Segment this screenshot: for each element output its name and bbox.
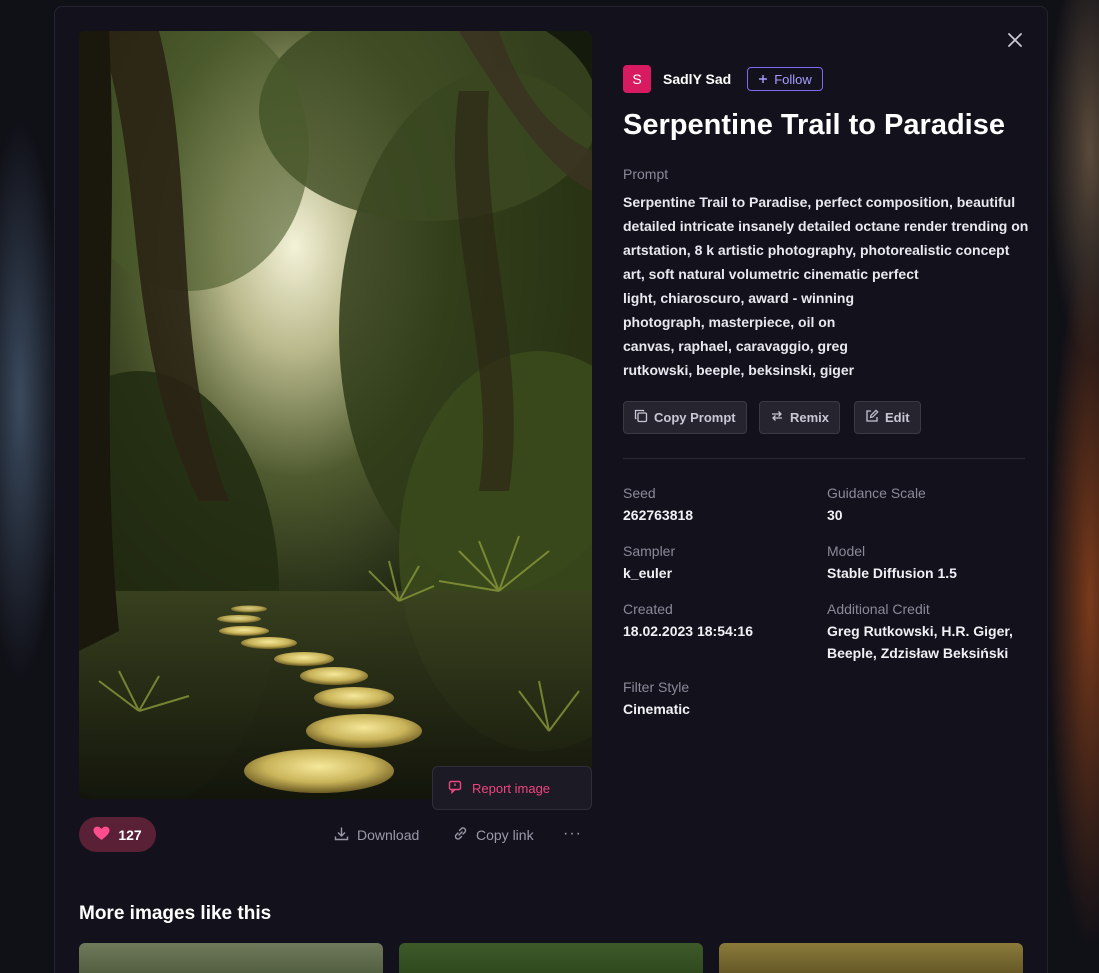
- model-label: Model: [827, 543, 866, 559]
- additional-credit-value-line2: Beeple, Zdzisław Beksiński: [827, 645, 1009, 661]
- copy-prompt-button[interactable]: Copy Prompt: [623, 401, 747, 434]
- divider: [623, 458, 1025, 459]
- avatar[interactable]: S: [623, 65, 651, 93]
- report-image-menu-item[interactable]: Report image: [432, 766, 592, 810]
- copy-link-button[interactable]: Copy link: [453, 824, 534, 846]
- related-image-thumbnail[interactable]: [399, 943, 703, 973]
- remix-icon: [770, 409, 784, 426]
- prompt-line: artstation, 8 k artistic photography, ph…: [623, 242, 1010, 258]
- filter-style-value: Cinematic: [623, 701, 690, 717]
- filter-style-label: Filter Style: [623, 679, 690, 695]
- prompt-line: photograph, masterpiece, oil on: [623, 314, 836, 330]
- remix-label: Remix: [790, 410, 830, 425]
- seed-label: Seed: [623, 485, 656, 501]
- like-button[interactable]: 127: [79, 817, 156, 852]
- prompt-label: Prompt: [623, 166, 669, 182]
- heart-icon: [93, 826, 110, 844]
- sampler-label: Sampler: [623, 543, 676, 559]
- edit-icon: [865, 409, 879, 426]
- prompt-text: Serpentine Trail to Paradise, perfect co…: [623, 190, 1029, 382]
- prompt-line: canvas, raphael, caravaggio, greg: [623, 338, 848, 354]
- prompt-line: Serpentine Trail to Paradise, perfect co…: [623, 194, 1016, 210]
- model-value: Stable Diffusion 1.5: [827, 565, 957, 581]
- sampler-value: k_euler: [623, 565, 673, 581]
- remix-button[interactable]: Remix: [759, 401, 841, 434]
- download-label: Download: [357, 827, 420, 843]
- link-icon: [453, 826, 468, 844]
- additional-credit-value-line1: Greg Rutkowski, H.R. Giger,: [827, 623, 1013, 639]
- prompt-line: detailed intricate insanely detailed oct…: [623, 218, 1029, 234]
- follow-button[interactable]: Follow: [747, 67, 823, 91]
- additional-credit-label: Additional Credit: [827, 601, 930, 617]
- copy-prompt-label: Copy Prompt: [654, 410, 736, 425]
- guidance-scale-label: Guidance Scale: [827, 485, 926, 501]
- download-button[interactable]: Download: [334, 824, 419, 846]
- seed-value: 262763818: [623, 507, 694, 523]
- created-label: Created: [623, 601, 673, 617]
- download-icon: [334, 826, 349, 844]
- copy-icon: [634, 409, 648, 426]
- related-image-thumbnail[interactable]: [719, 943, 1023, 973]
- created-value: 18.02.2023 18:54:16: [623, 623, 753, 639]
- main-image: [79, 31, 592, 799]
- more-images-title: More images like this: [79, 903, 272, 924]
- report-image-label: Report image: [472, 780, 551, 796]
- like-count: 127: [118, 826, 142, 843]
- prompt-line: light, chiaroscuro, award - winning: [623, 290, 855, 306]
- related-image-thumbnail[interactable]: [79, 943, 383, 973]
- follow-label: Follow: [774, 71, 812, 87]
- more-options-button[interactable]: ···: [563, 825, 582, 843]
- author-name[interactable]: SadlY Sad: [663, 71, 731, 87]
- plus-icon: [758, 72, 768, 87]
- guidance-scale-value: 30: [827, 507, 843, 523]
- prompt-line: art, soft natural volumetric cinematic p…: [623, 266, 919, 282]
- prompt-line: rutkowski, beeple, beksinski, giger: [623, 362, 855, 378]
- report-flag-icon: [448, 780, 462, 797]
- close-icon[interactable]: [1004, 29, 1026, 51]
- page-title: Serpentine Trail to Paradise: [623, 109, 1005, 141]
- edit-button[interactable]: Edit: [854, 401, 921, 434]
- edit-label: Edit: [885, 410, 910, 425]
- author-row: S SadlY Sad Follow: [623, 65, 823, 93]
- copy-link-label: Copy link: [476, 827, 534, 843]
- image-detail-modal: Report image 127 Download Copy link ··· …: [54, 6, 1048, 973]
